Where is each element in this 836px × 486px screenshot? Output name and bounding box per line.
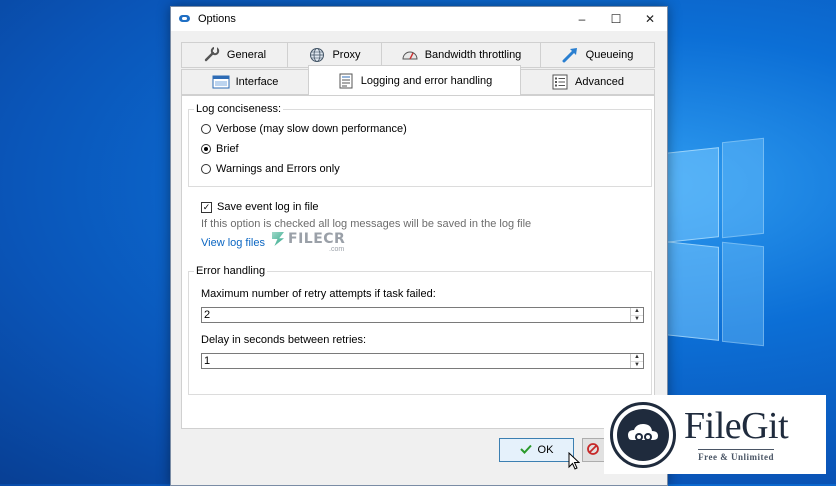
tab-label: General — [226, 49, 267, 61]
ok-label: OK — [537, 444, 554, 456]
radio-brief[interactable]: Brief — [201, 143, 239, 155]
radio-label: Verbose (may slow down performance) — [216, 123, 407, 135]
tab-queueing[interactable]: Queueing — [540, 42, 655, 68]
options-window: Options – ☐ ✕ General Proxy Bandwidth th… — [170, 6, 668, 486]
close-button[interactable]: ✕ — [633, 7, 667, 31]
spin-down-icon[interactable]: ▼ — [631, 360, 643, 369]
tab-label: Bandwidth throttling — [424, 49, 522, 61]
filecr-logo-icon — [272, 232, 284, 246]
filecr-watermark: FILECR .com — [272, 231, 346, 253]
delay-seconds-input[interactable] — [202, 353, 630, 369]
tab-logging-and-error-handling[interactable]: Logging and error handling — [308, 65, 521, 95]
save-event-log-checkbox[interactable]: ✓ Save event log in file — [201, 201, 319, 213]
desktop-logo-pane — [665, 241, 719, 341]
title-bar[interactable]: Options – ☐ ✕ — [171, 7, 667, 31]
tab-label: Advanced — [575, 76, 624, 88]
spin-down-icon[interactable]: ▼ — [631, 314, 643, 323]
delay-label: Delay in seconds between retries: — [201, 334, 367, 346]
tab-interface[interactable]: Interface — [181, 69, 309, 95]
delay-seconds-spinner[interactable]: ▲ ▼ — [201, 353, 644, 369]
watermark-text: FILECR — [288, 231, 346, 247]
tab-label: Queueing — [585, 49, 634, 61]
checkbox[interactable]: ✓ — [201, 201, 212, 213]
radio-label: Warnings and Errors only — [216, 163, 340, 175]
mouse-cursor-icon — [568, 452, 580, 470]
tab-advanced[interactable]: Advanced — [520, 69, 655, 95]
filegit-badge: FileGit Free & Unlimited — [604, 395, 826, 474]
tab-label: Interface — [235, 76, 279, 88]
radio-button[interactable] — [201, 164, 211, 174]
group-label: Log conciseness: — [194, 103, 283, 115]
gauge-icon — [401, 47, 419, 63]
check-icon — [519, 444, 532, 457]
spinner-buttons[interactable]: ▲ ▼ — [630, 354, 643, 368]
radio-verbose[interactable]: Verbose (may slow down performance) — [201, 123, 407, 135]
radio-button[interactable] — [201, 144, 211, 154]
radio-warnings-errors[interactable]: Warnings and Errors only — [201, 163, 340, 175]
retry-attempts-input[interactable] — [202, 307, 630, 323]
group-label: Error handling — [194, 265, 268, 277]
minimize-button[interactable]: – — [565, 7, 599, 31]
window-title: Options — [198, 13, 236, 25]
save-log-hint: If this option is checked all log messag… — [201, 218, 532, 230]
tab-general[interactable]: General — [181, 42, 288, 68]
retry-attempts-spinner[interactable]: ▲ ▼ — [201, 307, 644, 323]
tab-label: Proxy — [332, 49, 361, 61]
globe-icon — [308, 47, 326, 63]
app-icon — [178, 12, 192, 26]
window-icon — [212, 74, 230, 90]
checkbox-label: Save event log in file — [217, 201, 319, 213]
radio-label: Brief — [216, 143, 239, 155]
watermark-sub: .com — [329, 246, 345, 253]
retry-label: Maximum number of retry attempts if task… — [201, 288, 436, 300]
cancel-icon — [587, 442, 599, 458]
log-icon — [337, 73, 355, 89]
radio-button[interactable] — [201, 124, 211, 134]
view-log-files-link[interactable]: View log files — [201, 237, 265, 249]
log-conciseness-group: Log conciseness: — [188, 103, 652, 187]
desktop-logo-pane — [722, 137, 764, 239]
desktop-logo-pane — [722, 241, 764, 347]
desktop-logo-pane — [665, 147, 719, 243]
logging-panel: Log conciseness: Verbose (may slow down … — [181, 95, 655, 429]
tab-label: Logging and error handling — [360, 74, 493, 87]
tab-strip: General Proxy Bandwidth throttling Queue… — [181, 42, 655, 98]
filegit-tagline: Free & Unlimited — [698, 449, 774, 462]
ok-button[interactable]: OK — [499, 438, 574, 462]
wrench-icon — [203, 47, 221, 63]
arrow-icon — [562, 47, 580, 63]
maximize-button[interactable]: ☐ — [599, 7, 633, 31]
spinner-buttons[interactable]: ▲ ▼ — [630, 308, 643, 322]
list-icon — [551, 74, 569, 90]
filegit-brand: FileGit — [684, 405, 789, 447]
filegit-logo-icon — [610, 401, 676, 468]
